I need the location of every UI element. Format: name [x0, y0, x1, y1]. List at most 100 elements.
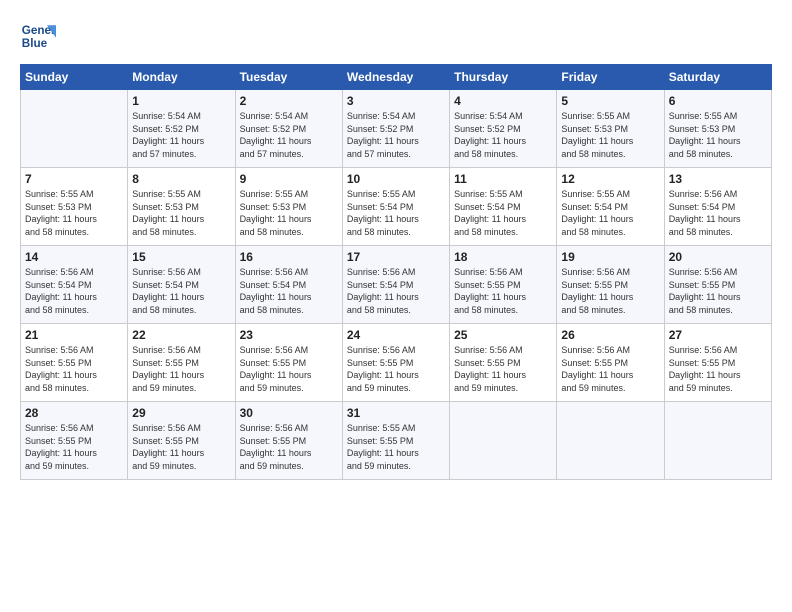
col-header-wednesday: Wednesday	[342, 65, 449, 90]
calendar-cell: 11 Sunrise: 5:55 AMSunset: 5:54 PMDayligh…	[450, 168, 557, 246]
calendar-table: SundayMondayTuesdayWednesdayThursdayFrid…	[20, 64, 772, 480]
week-row-1: 1 Sunrise: 5:54 AMSunset: 5:52 PMDaylight…	[21, 90, 772, 168]
week-row-5: 28 Sunrise: 5:56 AMSunset: 5:55 PMDayligh…	[21, 402, 772, 480]
cell-text: Sunrise: 5:55 AMSunset: 5:55 PMDaylight:…	[347, 422, 445, 472]
cell-text: Sunrise: 5:56 AMSunset: 5:55 PMDaylight:…	[669, 266, 767, 316]
cell-text: Sunrise: 5:54 AMSunset: 5:52 PMDaylight:…	[132, 110, 230, 160]
calendar-cell: 28 Sunrise: 5:56 AMSunset: 5:55 PMDayligh…	[21, 402, 128, 480]
calendar-cell: 7 Sunrise: 5:55 AMSunset: 5:53 PMDaylight…	[21, 168, 128, 246]
cell-text: Sunrise: 5:54 AMSunset: 5:52 PMDaylight:…	[347, 110, 445, 160]
day-number: 31	[347, 406, 445, 420]
day-number: 23	[240, 328, 338, 342]
calendar-cell: 29 Sunrise: 5:56 AMSunset: 5:55 PMDayligh…	[128, 402, 235, 480]
week-row-3: 14 Sunrise: 5:56 AMSunset: 5:54 PMDayligh…	[21, 246, 772, 324]
page: General Blue SundayMondayTuesdayWednesda…	[0, 0, 792, 612]
col-header-monday: Monday	[128, 65, 235, 90]
cell-text: Sunrise: 5:55 AMSunset: 5:53 PMDaylight:…	[561, 110, 659, 160]
calendar-cell: 16 Sunrise: 5:56 AMSunset: 5:54 PMDayligh…	[235, 246, 342, 324]
cell-text: Sunrise: 5:55 AMSunset: 5:53 PMDaylight:…	[132, 188, 230, 238]
cell-text: Sunrise: 5:56 AMSunset: 5:55 PMDaylight:…	[132, 344, 230, 394]
header-row: SundayMondayTuesdayWednesdayThursdayFrid…	[21, 65, 772, 90]
calendar-cell	[21, 90, 128, 168]
calendar-cell: 24 Sunrise: 5:56 AMSunset: 5:55 PMDayligh…	[342, 324, 449, 402]
week-row-4: 21 Sunrise: 5:56 AMSunset: 5:55 PMDayligh…	[21, 324, 772, 402]
cell-text: Sunrise: 5:56 AMSunset: 5:55 PMDaylight:…	[25, 344, 123, 394]
day-number: 18	[454, 250, 552, 264]
col-header-saturday: Saturday	[664, 65, 771, 90]
day-number: 17	[347, 250, 445, 264]
day-number: 13	[669, 172, 767, 186]
day-number: 30	[240, 406, 338, 420]
day-number: 14	[25, 250, 123, 264]
calendar-cell: 17 Sunrise: 5:56 AMSunset: 5:54 PMDayligh…	[342, 246, 449, 324]
calendar-cell: 8 Sunrise: 5:55 AMSunset: 5:53 PMDaylight…	[128, 168, 235, 246]
day-number: 27	[669, 328, 767, 342]
day-number: 4	[454, 94, 552, 108]
calendar-cell: 2Sunrise: 5:54 AMSunset: 5:52 PMDaylight…	[235, 90, 342, 168]
calendar-cell: 23 Sunrise: 5:56 AMSunset: 5:55 PMDayligh…	[235, 324, 342, 402]
cell-text: Sunrise: 5:56 AMSunset: 5:54 PMDaylight:…	[347, 266, 445, 316]
day-number: 28	[25, 406, 123, 420]
cell-text: Sunrise: 5:56 AMSunset: 5:54 PMDaylight:…	[669, 188, 767, 238]
calendar-cell: 21 Sunrise: 5:56 AMSunset: 5:55 PMDayligh…	[21, 324, 128, 402]
day-number: 11	[454, 172, 552, 186]
day-number: 5	[561, 94, 659, 108]
cell-text: Sunrise: 5:56 AMSunset: 5:55 PMDaylight:…	[669, 344, 767, 394]
calendar-cell: 20Sunrise: 5:56 AMSunset: 5:55 PMDayligh…	[664, 246, 771, 324]
calendar-cell	[664, 402, 771, 480]
cell-text: Sunrise: 5:56 AMSunset: 5:55 PMDaylight:…	[347, 344, 445, 394]
cell-text: Sunrise: 5:55 AMSunset: 5:53 PMDaylight:…	[669, 110, 767, 160]
svg-text:Blue: Blue	[22, 37, 48, 50]
cell-text: Sunrise: 5:55 AMSunset: 5:54 PMDaylight:…	[561, 188, 659, 238]
calendar-cell: 4 Sunrise: 5:54 AMSunset: 5:52 PMDaylight…	[450, 90, 557, 168]
cell-text: Sunrise: 5:56 AMSunset: 5:55 PMDaylight:…	[132, 422, 230, 472]
cell-text: Sunrise: 5:56 AMSunset: 5:54 PMDaylight:…	[240, 266, 338, 316]
calendar-cell: 3 Sunrise: 5:54 AMSunset: 5:52 PMDaylight…	[342, 90, 449, 168]
calendar-cell	[557, 402, 664, 480]
cell-text: Sunrise: 5:55 AMSunset: 5:53 PMDaylight:…	[240, 188, 338, 238]
calendar-cell: 10 Sunrise: 5:55 AMSunset: 5:54 PMDayligh…	[342, 168, 449, 246]
logo: General Blue	[20, 18, 58, 54]
cell-text: Sunrise: 5:55 AMSunset: 5:54 PMDaylight:…	[454, 188, 552, 238]
calendar-cell	[450, 402, 557, 480]
logo-icon: General Blue	[20, 18, 56, 54]
day-number: 29	[132, 406, 230, 420]
col-header-friday: Friday	[557, 65, 664, 90]
cell-text: Sunrise: 5:56 AMSunset: 5:54 PMDaylight:…	[132, 266, 230, 316]
calendar-cell: 13 Sunrise: 5:56 AMSunset: 5:54 PMDayligh…	[664, 168, 771, 246]
day-number: 24	[347, 328, 445, 342]
day-number: 1	[132, 94, 230, 108]
day-number: 12	[561, 172, 659, 186]
cell-text: Sunrise: 5:56 AMSunset: 5:54 PMDaylight:…	[25, 266, 123, 316]
calendar-cell: 18 Sunrise: 5:56 AMSunset: 5:55 PMDayligh…	[450, 246, 557, 324]
day-number: 7	[25, 172, 123, 186]
calendar-cell: 15Sunrise: 5:56 AMSunset: 5:54 PMDayligh…	[128, 246, 235, 324]
day-number: 22	[132, 328, 230, 342]
cell-text: Sunrise: 5:55 AMSunset: 5:54 PMDaylight:…	[347, 188, 445, 238]
calendar-cell: 31 Sunrise: 5:55 AMSunset: 5:55 PMDayligh…	[342, 402, 449, 480]
cell-text: Sunrise: 5:56 AMSunset: 5:55 PMDaylight:…	[25, 422, 123, 472]
day-number: 19	[561, 250, 659, 264]
cell-text: Sunrise: 5:56 AMSunset: 5:55 PMDaylight:…	[561, 344, 659, 394]
cell-text: Sunrise: 5:54 AMSunset: 5:52 PMDaylight:…	[454, 110, 552, 160]
header: General Blue	[20, 18, 772, 54]
calendar-cell: 12 Sunrise: 5:55 AMSunset: 5:54 PMDayligh…	[557, 168, 664, 246]
day-number: 6	[669, 94, 767, 108]
calendar-cell: 25Sunrise: 5:56 AMSunset: 5:55 PMDayligh…	[450, 324, 557, 402]
day-number: 3	[347, 94, 445, 108]
calendar-cell: 19 Sunrise: 5:56 AMSunset: 5:55 PMDayligh…	[557, 246, 664, 324]
cell-text: Sunrise: 5:56 AMSunset: 5:55 PMDaylight:…	[454, 266, 552, 316]
day-number: 2	[240, 94, 338, 108]
cell-text: Sunrise: 5:55 AMSunset: 5:53 PMDaylight:…	[25, 188, 123, 238]
day-number: 25	[454, 328, 552, 342]
col-header-thursday: Thursday	[450, 65, 557, 90]
day-number: 8	[132, 172, 230, 186]
calendar-cell: 14 Sunrise: 5:56 AMSunset: 5:54 PMDayligh…	[21, 246, 128, 324]
day-number: 16	[240, 250, 338, 264]
day-number: 10	[347, 172, 445, 186]
day-number: 21	[25, 328, 123, 342]
calendar-cell: 6 Sunrise: 5:55 AMSunset: 5:53 PMDaylight…	[664, 90, 771, 168]
cell-text: Sunrise: 5:56 AMSunset: 5:55 PMDaylight:…	[240, 422, 338, 472]
cell-text: Sunrise: 5:56 AMSunset: 5:55 PMDaylight:…	[240, 344, 338, 394]
cell-text: Sunrise: 5:56 AMSunset: 5:55 PMDaylight:…	[561, 266, 659, 316]
